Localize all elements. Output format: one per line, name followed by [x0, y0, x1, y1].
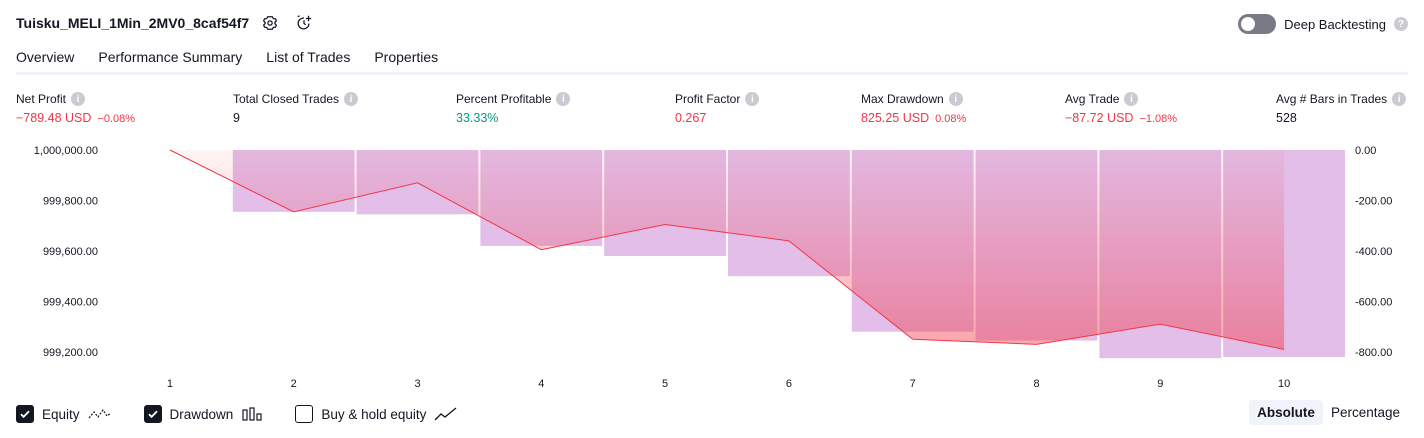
settings-button[interactable]: [260, 13, 280, 33]
left-axis-tick-label: 999,400.00: [43, 296, 98, 308]
deep-backtesting-label: Deep Backtesting: [1284, 16, 1386, 32]
buy-hold-checkbox[interactable]: [295, 405, 314, 423]
legend-equity[interactable]: Equity: [16, 405, 112, 423]
drawdown-checkbox[interactable]: [143, 405, 162, 423]
left-axis-tick-label: 1,000,000.00: [34, 145, 98, 157]
left-axis-tick-label: 999,800.00: [43, 195, 98, 207]
x-axis-tick-label: 1: [167, 378, 173, 390]
metric-percent-profitable: Percent Profitable i 33.33%: [456, 92, 571, 125]
info-icon[interactable]: i: [948, 92, 963, 106]
legend-buy-hold[interactable]: Buy & hold equity: [295, 405, 458, 423]
check-icon: [147, 410, 158, 419]
metrics-row: Net Profit i −789.48 USD −0.08% Total Clos…: [16, 92, 1408, 132]
chart-legend: Equity Drawdown Buy & hold equity: [16, 403, 490, 425]
x-axis-tick-label: 9: [1157, 378, 1163, 390]
alarm-plus-icon: [297, 15, 312, 30]
info-icon[interactable]: i: [745, 92, 760, 106]
gear-icon: [262, 16, 278, 30]
metric-value: 528: [1276, 111, 1297, 125]
tab-performance-summary[interactable]: Performance Summary: [98, 44, 242, 75]
metric-value: 33.33%: [456, 111, 499, 125]
x-axis-tick-label: 6: [786, 378, 792, 390]
deep-backtesting-toggle[interactable]: [1238, 14, 1277, 34]
bar-chart-icon: [241, 406, 263, 422]
metric-value: 9: [233, 111, 240, 125]
x-axis-tick-label: 2: [291, 378, 297, 390]
metric-label: Total Closed Trades: [233, 92, 340, 106]
check-icon: [20, 410, 30, 419]
left-axis-tick-label: 999,200.00: [43, 347, 98, 359]
metric-value: −789.48 USD: [16, 111, 92, 125]
tabs-divider: [16, 72, 1408, 75]
right-axis-tick-label: 0.00: [1355, 145, 1376, 157]
trend-line-icon: [434, 406, 458, 422]
deep-backtesting-control: Deep Backtesting ?: [1238, 14, 1408, 34]
legend-buy-hold-label: Buy & hold equity: [321, 406, 427, 422]
tab-properties[interactable]: Properties: [374, 44, 438, 75]
metric-profit-factor: Profit Factor i 0.267: [675, 92, 760, 125]
metric-subvalue: −1.08%: [1139, 113, 1178, 125]
x-axis-tick-label: 5: [662, 378, 668, 390]
info-icon[interactable]: i: [1392, 92, 1407, 106]
mode-percentage-button[interactable]: Percentage: [1323, 400, 1408, 425]
metric-total-closed-trades: Total Closed Trades i 9: [233, 92, 359, 125]
info-icon[interactable]: i: [556, 92, 571, 106]
report-tabs: Overview Performance Summary List of Tra…: [16, 44, 438, 75]
metric-label: Percent Profitable: [456, 92, 552, 106]
metric-net-profit: Net Profit i −789.48 USD −0.08%: [16, 92, 135, 125]
equity-checkbox[interactable]: [16, 405, 34, 423]
info-icon[interactable]: i: [71, 92, 86, 106]
metric-avg-trade: Avg Trade i −87.72 USD −1.08%: [1065, 92, 1177, 125]
value-mode-switch: Absolute Percentage: [1249, 400, 1408, 425]
equity-chart-svg: 1,000,000.00 999,800.00 999,600.00 999,400.…: [34, 145, 1393, 390]
mode-absolute-button[interactable]: Absolute: [1249, 400, 1323, 425]
metric-label: Avg # Bars in Trades: [1276, 92, 1388, 106]
metric-subvalue: −0.08%: [97, 113, 136, 125]
left-axis-tick-label: 999,600.00: [43, 246, 98, 258]
metric-value: 0.267: [675, 111, 707, 125]
metric-value: 825.25 USD: [861, 111, 930, 125]
metric-value: −87.72 USD: [1065, 111, 1134, 125]
metric-label: Max Drawdown: [861, 92, 944, 106]
metric-subvalue: 0.08%: [935, 113, 967, 125]
strategy-title: Tuisku_MELI_1Min_2MV0_8caf54f7: [16, 15, 250, 31]
metric-label: Profit Factor: [675, 92, 741, 106]
right-axis-tick-label: -200.00: [1355, 195, 1392, 207]
equity-chart[interactable]: 1,000,000.00 999,800.00 999,600.00 999,400.…: [0, 140, 1424, 395]
x-axis-tick-label: 10: [1278, 378, 1290, 390]
question-icon[interactable]: ?: [1394, 17, 1408, 31]
x-axis-tick-label: 8: [1033, 378, 1039, 390]
x-axis-tick-label: 4: [538, 378, 544, 390]
x-axis-tick-label: 3: [414, 378, 420, 390]
x-axis-tick-label: 7: [910, 378, 916, 390]
legend-equity-label: Equity: [42, 406, 80, 422]
metric-label: Avg Trade: [1065, 92, 1120, 106]
tab-list-of-trades[interactable]: List of Trades: [266, 44, 350, 75]
equity-line-icon: [88, 406, 112, 422]
toggle-knob: [1241, 17, 1256, 31]
right-axis-tick-label: -800.00: [1355, 347, 1392, 359]
tab-overview[interactable]: Overview: [16, 44, 75, 75]
report-header: Tuisku_MELI_1Min_2MV0_8caf54f7 Deep Back…: [0, 0, 1424, 44]
right-axis-tick-label: -600.00: [1355, 296, 1392, 308]
equity-area: [169, 150, 1285, 350]
legend-drawdown-label: Drawdown: [169, 406, 234, 422]
metric-label: Net Profit: [16, 92, 67, 106]
info-icon[interactable]: i: [344, 92, 359, 106]
metric-avg-bars: Avg # Bars in Trades i 528: [1276, 92, 1407, 125]
metric-max-drawdown: Max Drawdown i 825.25 USD 0.08%: [861, 92, 966, 125]
add-alert-button[interactable]: [294, 13, 314, 33]
legend-drawdown[interactable]: Drawdown: [143, 405, 264, 423]
right-axis-tick-label: -400.00: [1355, 246, 1392, 258]
info-icon[interactable]: i: [1124, 92, 1139, 106]
